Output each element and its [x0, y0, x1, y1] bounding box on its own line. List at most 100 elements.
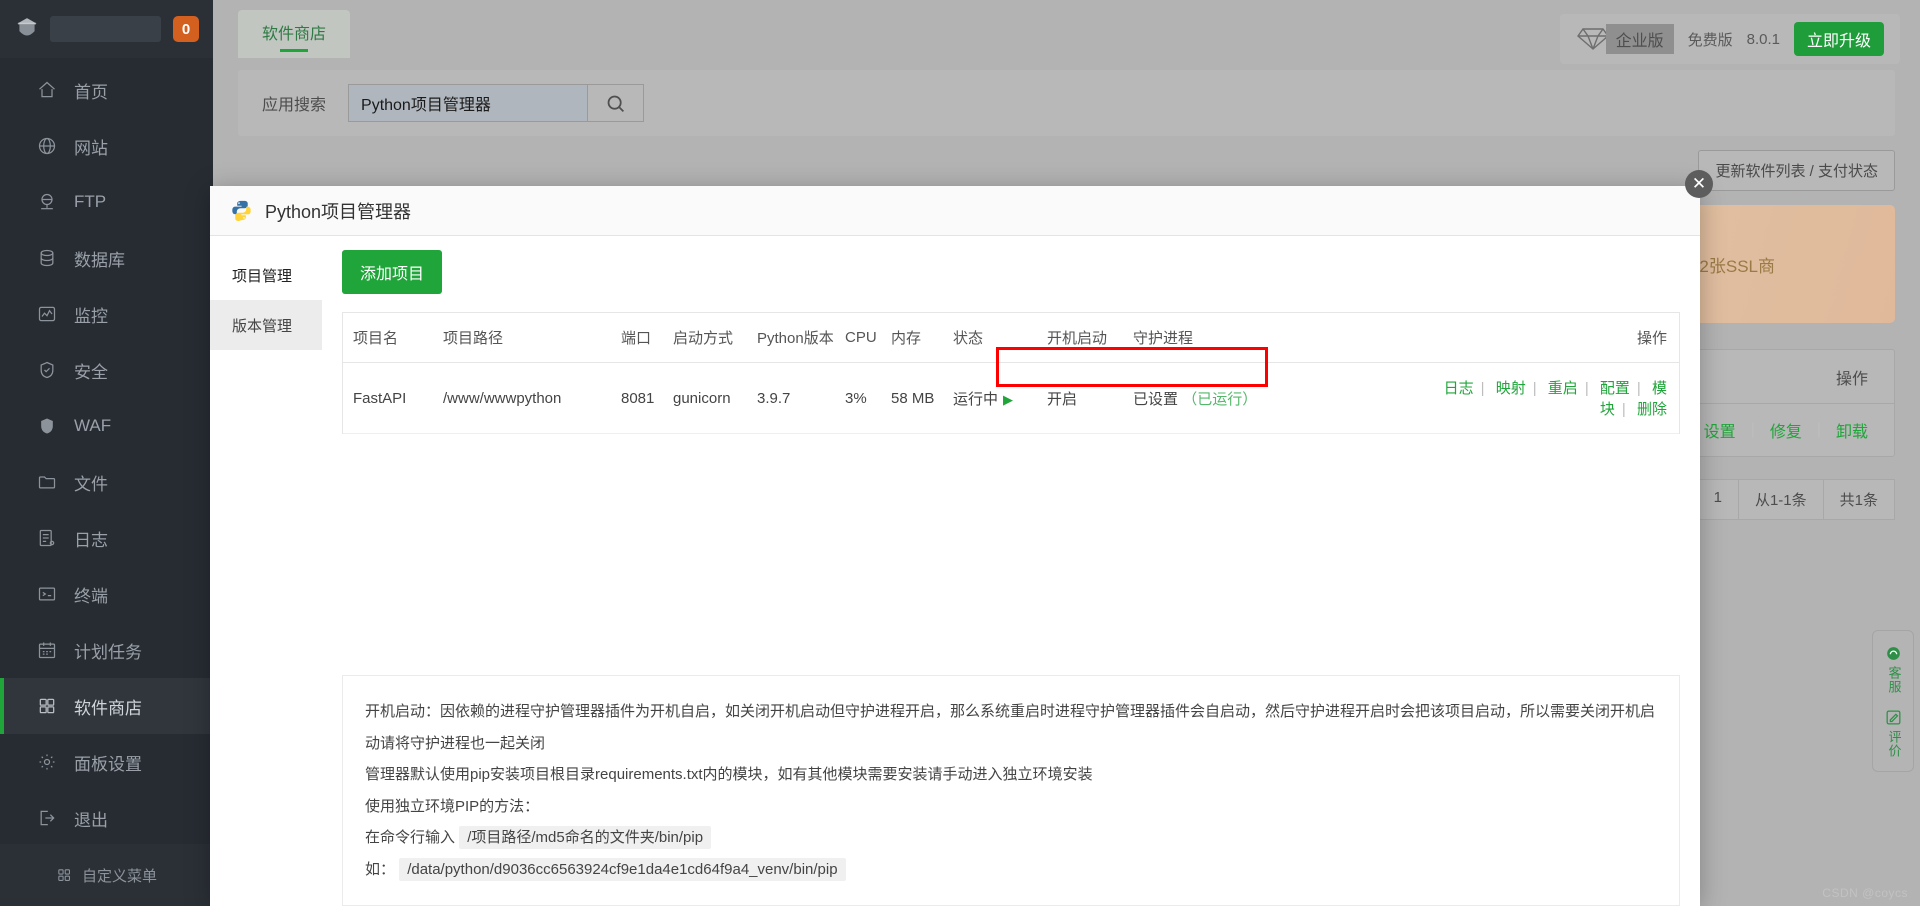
- user-name-placeholder[interactable]: [50, 16, 161, 42]
- sidebar-item-label: 监控: [74, 306, 108, 326]
- sidebar-item-label: 数据库: [74, 250, 125, 270]
- modal-title: Python项目管理器: [265, 201, 412, 222]
- sidebar-item-website[interactable]: 网站: [0, 118, 213, 174]
- database-icon: [36, 247, 58, 269]
- settings-link[interactable]: 设置: [1704, 418, 1736, 442]
- monitor-icon: [36, 303, 58, 325]
- search-row: 应用搜索: [238, 70, 1895, 136]
- cell-operations: 日志 | 映射 | 重启 | 配置 | 模块 | 删除: [1433, 362, 1679, 434]
- restart-link[interactable]: 重启: [1548, 380, 1578, 397]
- uninstall-link[interactable]: 卸载: [1836, 418, 1868, 442]
- header-memory: 内存: [891, 313, 953, 363]
- note-line-2: 管理器默认使用pip安装项目根目录requirements.txt内的模块，如有…: [365, 766, 1093, 783]
- sidebar-header: 0: [0, 0, 213, 58]
- sidebar-item-waf[interactable]: WAF: [0, 398, 213, 454]
- sidebar-item-label: 软件商店: [74, 698, 142, 718]
- search-button[interactable]: [587, 85, 644, 121]
- sidebar-item-appstore[interactable]: 软件商店: [0, 678, 213, 734]
- feedback-button[interactable]: 评价: [1884, 704, 1903, 762]
- delete-link[interactable]: 删除: [1637, 401, 1667, 418]
- notes-panel: 开机启动：因依赖的进程守护管理器插件为开机自启，如关闭开机启动但守护进程开启，那…: [342, 675, 1680, 906]
- search-box: [348, 84, 645, 122]
- home-icon: [36, 79, 58, 101]
- add-project-button[interactable]: 添加项目: [342, 250, 443, 294]
- refresh-software-list-button[interactable]: 更新软件列表 / 支付状态: [1698, 150, 1895, 191]
- headset-icon: [1886, 647, 1900, 660]
- status-text: 运行中: [953, 390, 999, 408]
- guard-substatus: （已运行）: [1182, 390, 1258, 408]
- sidebar-item-logout[interactable]: 退出: [0, 790, 213, 846]
- tab-label: 软件商店: [262, 26, 327, 43]
- sidebar-item-label: 终端: [74, 586, 108, 606]
- sidebar-item-label: 面板设置: [74, 754, 142, 774]
- header-project-path: 项目路径: [443, 313, 621, 363]
- python-project-manager-modal: Python项目管理器 项目管理 版本管理 添加项目 项目名 项目路径 端口 启…: [210, 186, 1700, 906]
- search-icon: [607, 95, 625, 112]
- note-line-4: 在命令行输入 /项目路径/md5命名的文件夹/bin/pip: [365, 822, 1657, 854]
- logout-icon: [36, 807, 58, 829]
- sidebar-item-monitor[interactable]: 监控: [0, 286, 213, 342]
- panel-logo-icon: [17, 18, 37, 36]
- cell-project-path[interactable]: /www/wwwpython: [443, 362, 621, 434]
- project-table: 项目名 项目路径 端口 启动方式 Python版本 CPU 内存 状态 开机启动…: [343, 313, 1679, 434]
- modal-close-button[interactable]: ✕: [1685, 170, 1713, 198]
- custom-menu-label: 自定义菜单: [81, 867, 157, 885]
- search-input[interactable]: [349, 85, 588, 121]
- terminal-icon: [36, 583, 58, 605]
- repair-link[interactable]: 修复: [1770, 418, 1802, 442]
- note-line-4-code: /项目路径/md5命名的文件夹/bin/pip: [459, 826, 712, 849]
- modal-tab-version-management[interactable]: 版本管理: [210, 300, 322, 350]
- sidebar-item-database[interactable]: 数据库: [0, 230, 213, 286]
- cell-guard-process[interactable]: 已设置 （已运行）: [1133, 362, 1433, 434]
- search-label: 应用搜索: [262, 97, 327, 114]
- sidebar-item-label: 首页: [74, 82, 108, 102]
- sidebar-item-logs[interactable]: 日志: [0, 510, 213, 566]
- sidebar-item-terminal[interactable]: 终端: [0, 566, 213, 622]
- note-line-5: 如： /data/python/d9036cc6563924cf9e1da4e1…: [365, 854, 1657, 886]
- license-bar: 企业版 免费版 8.0.1 立即升级: [1559, 14, 1900, 64]
- app-root: 0 首页 网站 FTP 数据库 监控 安全 WAF 文件 日志 终端 计划任务 …: [0, 0, 1920, 906]
- sidebar-item-cron[interactable]: 计划任务: [0, 622, 213, 678]
- custom-menu-button[interactable]: 自定义菜单: [0, 844, 213, 906]
- gear-icon: [36, 751, 58, 773]
- sidebar-item-files[interactable]: 文件: [0, 454, 213, 510]
- cell-boot-start[interactable]: 开启: [1047, 362, 1133, 434]
- folder-icon: [36, 471, 58, 493]
- header-project-name: 项目名: [343, 313, 443, 363]
- header-operations: 操作: [1433, 313, 1679, 363]
- tab-appstore[interactable]: 软件商店: [238, 10, 351, 58]
- cell-cpu: 3%: [845, 362, 891, 434]
- mapping-link[interactable]: 映射: [1496, 380, 1526, 397]
- page-number[interactable]: 1: [1696, 479, 1739, 520]
- log-icon: [36, 527, 58, 549]
- sidebar-item-home[interactable]: 首页: [0, 62, 213, 118]
- apps-grid-small-icon: [58, 868, 70, 881]
- config-link[interactable]: 配置: [1600, 380, 1630, 397]
- note-line-3: 使用独立环境PIP的方法：: [365, 797, 540, 815]
- enterprise-tag-label: 企业版: [1605, 24, 1674, 54]
- enterprise-badge[interactable]: 企业版: [1576, 24, 1674, 54]
- header-guard-process: 守护进程: [1133, 313, 1433, 363]
- sidebar-item-label: 日志: [74, 530, 108, 550]
- cell-status[interactable]: 运行中 ▶: [953, 362, 1047, 434]
- notification-badge[interactable]: 0: [173, 16, 199, 42]
- upgrade-button[interactable]: 立即升级: [1793, 22, 1884, 56]
- python-icon: [232, 200, 251, 222]
- cell-memory: 58 MB: [891, 362, 953, 434]
- modal-tab-project-management[interactable]: 项目管理: [210, 250, 322, 300]
- play-icon[interactable]: ▶: [1003, 392, 1013, 408]
- sidebar-item-label: 安全: [74, 362, 108, 382]
- globe-icon: [36, 135, 58, 157]
- modal-body: 项目管理 版本管理 添加项目 项目名 项目路径 端口 启动方式 Python版本…: [210, 236, 1700, 906]
- promo-text: 2张SSL商: [1699, 256, 1775, 276]
- sidebar-item-label: WAF: [74, 416, 112, 435]
- sidebar-item-ftp[interactable]: FTP: [0, 174, 213, 230]
- sidebar-item-security[interactable]: 安全: [0, 342, 213, 398]
- modal-content: 添加项目 项目名 项目路径 端口 启动方式 Python版本 CPU 内存 状态…: [322, 236, 1700, 906]
- customer-service-button[interactable]: 客服: [1884, 640, 1903, 698]
- diamond-icon: [1576, 28, 1609, 50]
- left-sidebar: 0 首页 网站 FTP 数据库 监控 安全 WAF 文件 日志 终端 计划任务 …: [0, 0, 213, 906]
- sidebar-item-settings[interactable]: 面板设置: [0, 734, 213, 790]
- log-link[interactable]: 日志: [1444, 380, 1474, 397]
- feedback-label: 评价: [1886, 730, 1902, 758]
